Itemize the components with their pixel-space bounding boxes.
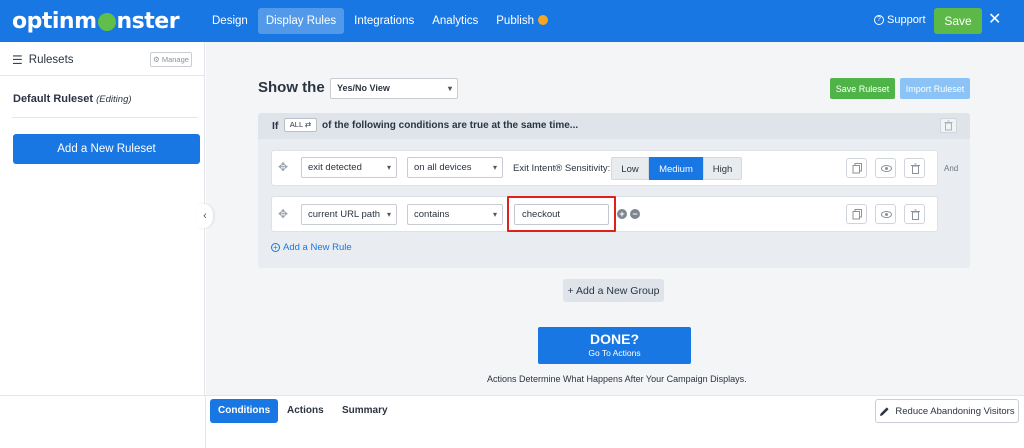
and-connector-label: And bbox=[944, 164, 959, 173]
url-path-value-input[interactable] bbox=[514, 204, 609, 225]
sidebar-title: Rulesets bbox=[28, 54, 74, 66]
duplicate-rule-copy-icon[interactable] bbox=[846, 158, 867, 178]
match-mode-toggle[interactable]: ALL ⇄ bbox=[284, 118, 317, 132]
tab-display-rules[interactable]: Display Rules bbox=[257, 8, 345, 34]
plus-circle-icon: + bbox=[271, 243, 280, 252]
caret-down-icon: ▾ bbox=[386, 163, 391, 172]
bottom-bar bbox=[0, 395, 1024, 448]
help-circle-icon: ? bbox=[874, 15, 884, 25]
divider bbox=[205, 395, 206, 448]
condition-select[interactable]: exit detected ▾ bbox=[301, 157, 397, 178]
tab-conditions[interactable]: Conditions bbox=[210, 399, 279, 423]
operator-select[interactable]: contains ▾ bbox=[407, 204, 503, 225]
collapse-sidebar-chevron-icon[interactable]: ‹ bbox=[197, 204, 213, 228]
optinmonster-logo[interactable]: optinm nster bbox=[12, 8, 180, 34]
ruleset-item-default[interactable]: Default Ruleset (Editing) bbox=[13, 93, 132, 105]
caret-down-icon: ▾ bbox=[492, 210, 497, 219]
remove-value-minus-icon[interactable]: − bbox=[630, 209, 640, 219]
import-ruleset-button[interactable]: Import Ruleset bbox=[900, 78, 970, 99]
list-icon: ☰ bbox=[12, 53, 23, 67]
done-go-to-actions-button[interactable]: DONE? Go To Actions bbox=[538, 327, 691, 364]
divider bbox=[12, 117, 198, 118]
tab-integrations[interactable]: Integrations bbox=[346, 8, 422, 34]
caret-down-icon: ▾ bbox=[386, 210, 391, 219]
save-ruleset-button[interactable]: Save Ruleset bbox=[830, 78, 895, 99]
monster-logo-icon bbox=[97, 13, 116, 31]
divider bbox=[0, 75, 205, 76]
sensitivity-low[interactable]: Low bbox=[611, 157, 649, 180]
if-label: If bbox=[272, 120, 279, 132]
reduce-abandoning-visitors-button[interactable]: Reduce Abandoning Visitors bbox=[875, 399, 1019, 423]
tab-design[interactable]: Design bbox=[204, 8, 256, 34]
pencil-icon bbox=[880, 406, 890, 416]
tab-actions[interactable]: Actions bbox=[279, 399, 332, 423]
delete-rule-trash-icon[interactable] bbox=[904, 204, 925, 224]
add-new-group-button[interactable]: + Add a New Group bbox=[563, 279, 664, 302]
sensitivity-medium[interactable]: Medium bbox=[649, 157, 703, 180]
show-the-label: Show the bbox=[258, 79, 325, 96]
add-ruleset-button[interactable]: Add a New Ruleset bbox=[13, 134, 200, 164]
condition-select[interactable]: current URL path ▾ bbox=[301, 204, 397, 225]
delete-group-trash-icon[interactable] bbox=[940, 118, 957, 133]
rulesets-sidebar: ☰ Rulesets ⚙ Manage Default Ruleset (Edi… bbox=[0, 42, 205, 395]
support-link[interactable]: ? Support bbox=[874, 14, 926, 26]
preview-rule-eye-icon[interactable] bbox=[875, 158, 896, 178]
exit-intent-label: Exit Intent® Sensitivity: bbox=[513, 163, 611, 174]
tab-analytics[interactable]: Analytics bbox=[424, 8, 486, 34]
conditions-text: of the following conditions are true at … bbox=[322, 120, 579, 131]
sensitivity-high[interactable]: High bbox=[703, 157, 742, 180]
close-icon[interactable]: ✕ bbox=[988, 12, 1001, 28]
add-value-plus-icon[interactable]: + bbox=[617, 209, 627, 219]
view-select[interactable]: Yes/No View ▾ bbox=[330, 78, 458, 99]
save-button[interactable]: Save bbox=[934, 8, 982, 34]
actions-note: Actions Determine What Happens After You… bbox=[487, 374, 747, 384]
tab-summary[interactable]: Summary bbox=[334, 399, 396, 423]
add-new-rule-link[interactable]: + Add a New Rule bbox=[271, 242, 352, 253]
tab-publish[interactable]: Publish bbox=[488, 8, 556, 34]
operator-select[interactable]: on all devices ▾ bbox=[407, 157, 503, 178]
drag-handle-icon[interactable]: ✥ bbox=[278, 207, 288, 221]
warning-badge-icon bbox=[537, 14, 548, 25]
preview-rule-eye-icon[interactable] bbox=[875, 204, 896, 224]
drag-handle-icon[interactable]: ✥ bbox=[278, 160, 288, 174]
duplicate-rule-copy-icon[interactable] bbox=[846, 204, 867, 224]
caret-down-icon: ▾ bbox=[492, 163, 497, 172]
delete-rule-trash-icon[interactable] bbox=[904, 158, 925, 178]
manage-button[interactable]: ⚙ Manage bbox=[150, 52, 192, 67]
main-nav: Design Display Rules Integrations Analyt… bbox=[204, 8, 558, 34]
caret-down-icon: ▾ bbox=[447, 84, 452, 93]
